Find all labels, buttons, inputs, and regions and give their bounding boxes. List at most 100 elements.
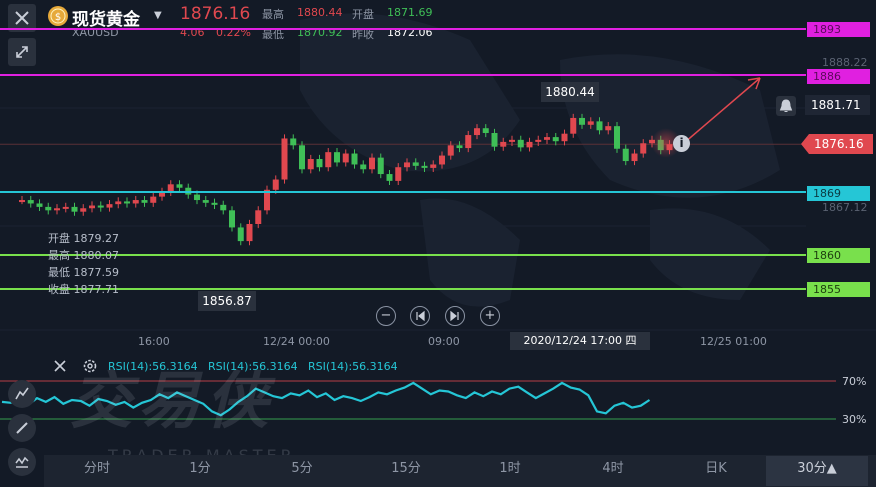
ohlc-tooltip: 开盘 1879.27 最高 1880.07 最低 1877.59 收盘 1877… — [48, 230, 119, 298]
rsi-close-button[interactable] — [52, 358, 68, 374]
tooltip-open-value: 1879.27 — [73, 232, 120, 245]
zoom-in-button[interactable]: + — [480, 306, 500, 326]
candle — [570, 117, 577, 134]
candle — [631, 153, 638, 162]
candle — [89, 205, 95, 209]
resistance-line-1893[interactable] — [0, 28, 806, 30]
candle — [526, 141, 533, 148]
tooltip-high-label: 最高 — [48, 249, 70, 262]
candle — [386, 174, 393, 181]
timeframe-5min[interactable]: 5分 — [272, 456, 332, 486]
candle — [360, 164, 367, 170]
candle — [456, 145, 463, 149]
candle — [614, 126, 620, 149]
support-line-1869[interactable] — [0, 191, 806, 193]
candle — [115, 201, 122, 205]
candle — [325, 152, 332, 168]
candle — [202, 200, 209, 203]
axis-tag-1881: 1881.71 — [805, 95, 870, 115]
candle — [45, 206, 52, 211]
indicator-button[interactable] — [8, 448, 36, 476]
candle — [334, 152, 340, 163]
pen-button[interactable] — [8, 414, 36, 442]
timeframe-bar — [44, 455, 876, 487]
timeframe-daily[interactable]: 日K — [686, 456, 746, 486]
axis-tag-1869: 1869 — [807, 186, 870, 201]
trend-arrow-line — [683, 77, 761, 144]
candle — [552, 137, 559, 142]
price-chart[interactable] — [0, 0, 876, 330]
prev-button[interactable] — [410, 306, 430, 326]
candle — [62, 206, 69, 209]
alert-button[interactable] — [776, 96, 796, 116]
tooltip-low-value: 1877.59 — [73, 266, 120, 279]
axis-tag-1893: 1893 — [807, 22, 870, 37]
candle — [369, 157, 375, 170]
zoom-out-icon: − — [380, 308, 392, 323]
candle — [404, 162, 410, 168]
zoom-out-button[interactable]: − — [376, 306, 396, 326]
chart-app: $ 现货黄金 ▼ XAUUSD 1876.16 4.06 0.22% 最高 18… — [0, 0, 876, 487]
candle — [97, 205, 104, 208]
candle — [255, 210, 262, 224]
axis-tag-1876: 1876.16 — [814, 137, 864, 151]
rsi-settings-button[interactable] — [81, 357, 99, 375]
timeframe-1hour[interactable]: 1时 — [480, 456, 540, 486]
candle — [491, 133, 498, 147]
support-line-1860[interactable] — [0, 254, 806, 256]
candle — [439, 155, 445, 165]
candle — [36, 203, 43, 207]
rsi-label-2: RSI(14):56.3164 — [208, 360, 298, 373]
candle — [106, 204, 113, 208]
info-icon[interactable]: i — [673, 135, 690, 152]
tooltip-low-label: 最低 — [48, 266, 70, 279]
next-button[interactable] — [445, 306, 465, 326]
resistance-line-1886[interactable] — [0, 74, 806, 76]
candle — [220, 204, 227, 211]
axis-tag-1855: 1855 — [807, 282, 870, 297]
next-icon — [450, 310, 459, 322]
candle — [596, 121, 603, 131]
candle — [421, 165, 428, 168]
support-line-1855[interactable] — [0, 288, 806, 290]
candle — [194, 194, 200, 201]
candle — [54, 208, 60, 211]
candle — [211, 202, 218, 205]
low-marker: 1856.87 — [198, 291, 256, 311]
candle — [316, 159, 323, 168]
crosshair-time: 2020/12/24 17:00 四 — [510, 332, 650, 350]
rsi-label-1: RSI(14):56.3164 — [108, 360, 198, 373]
candle — [561, 133, 568, 142]
timeframe-tick[interactable]: 分时 — [64, 456, 130, 486]
time-tick-2: 12/24 00:00 — [263, 335, 330, 348]
candle — [150, 196, 157, 203]
axis-tick-1867: 1867.12 — [822, 201, 868, 214]
candle — [500, 141, 507, 147]
pen-icon — [16, 422, 28, 434]
candle — [395, 167, 402, 181]
tooltip-open-label: 开盘 — [48, 232, 70, 245]
time-tick-5: 12/25 01:00 — [700, 335, 767, 348]
candle — [447, 145, 454, 156]
candle — [246, 224, 253, 242]
zoom-in-icon: + — [484, 308, 496, 323]
candle — [307, 159, 314, 170]
chart-tool-icon — [15, 387, 29, 400]
timeframe-1min[interactable]: 1分 — [170, 456, 230, 486]
rsi-level-70: 70% — [842, 375, 867, 388]
settings-icon — [83, 359, 97, 373]
time-tick-1: 16:00 — [138, 335, 170, 348]
axis-tag-1860: 1860 — [807, 248, 870, 263]
timeframe-4hour[interactable]: 4时 — [583, 456, 643, 486]
candle — [342, 153, 349, 163]
candle — [640, 143, 647, 154]
candle — [176, 184, 183, 188]
timeframe-30min-selected[interactable]: 30分▲ — [766, 456, 868, 486]
axis-tick-1888: 1888.22 — [822, 56, 868, 69]
candle — [229, 210, 235, 228]
candle — [80, 208, 87, 212]
candle — [281, 138, 288, 180]
draw-tool-button[interactable] — [8, 380, 36, 408]
timeframe-15min[interactable]: 15分 — [376, 456, 436, 486]
bell-icon — [779, 99, 793, 112]
